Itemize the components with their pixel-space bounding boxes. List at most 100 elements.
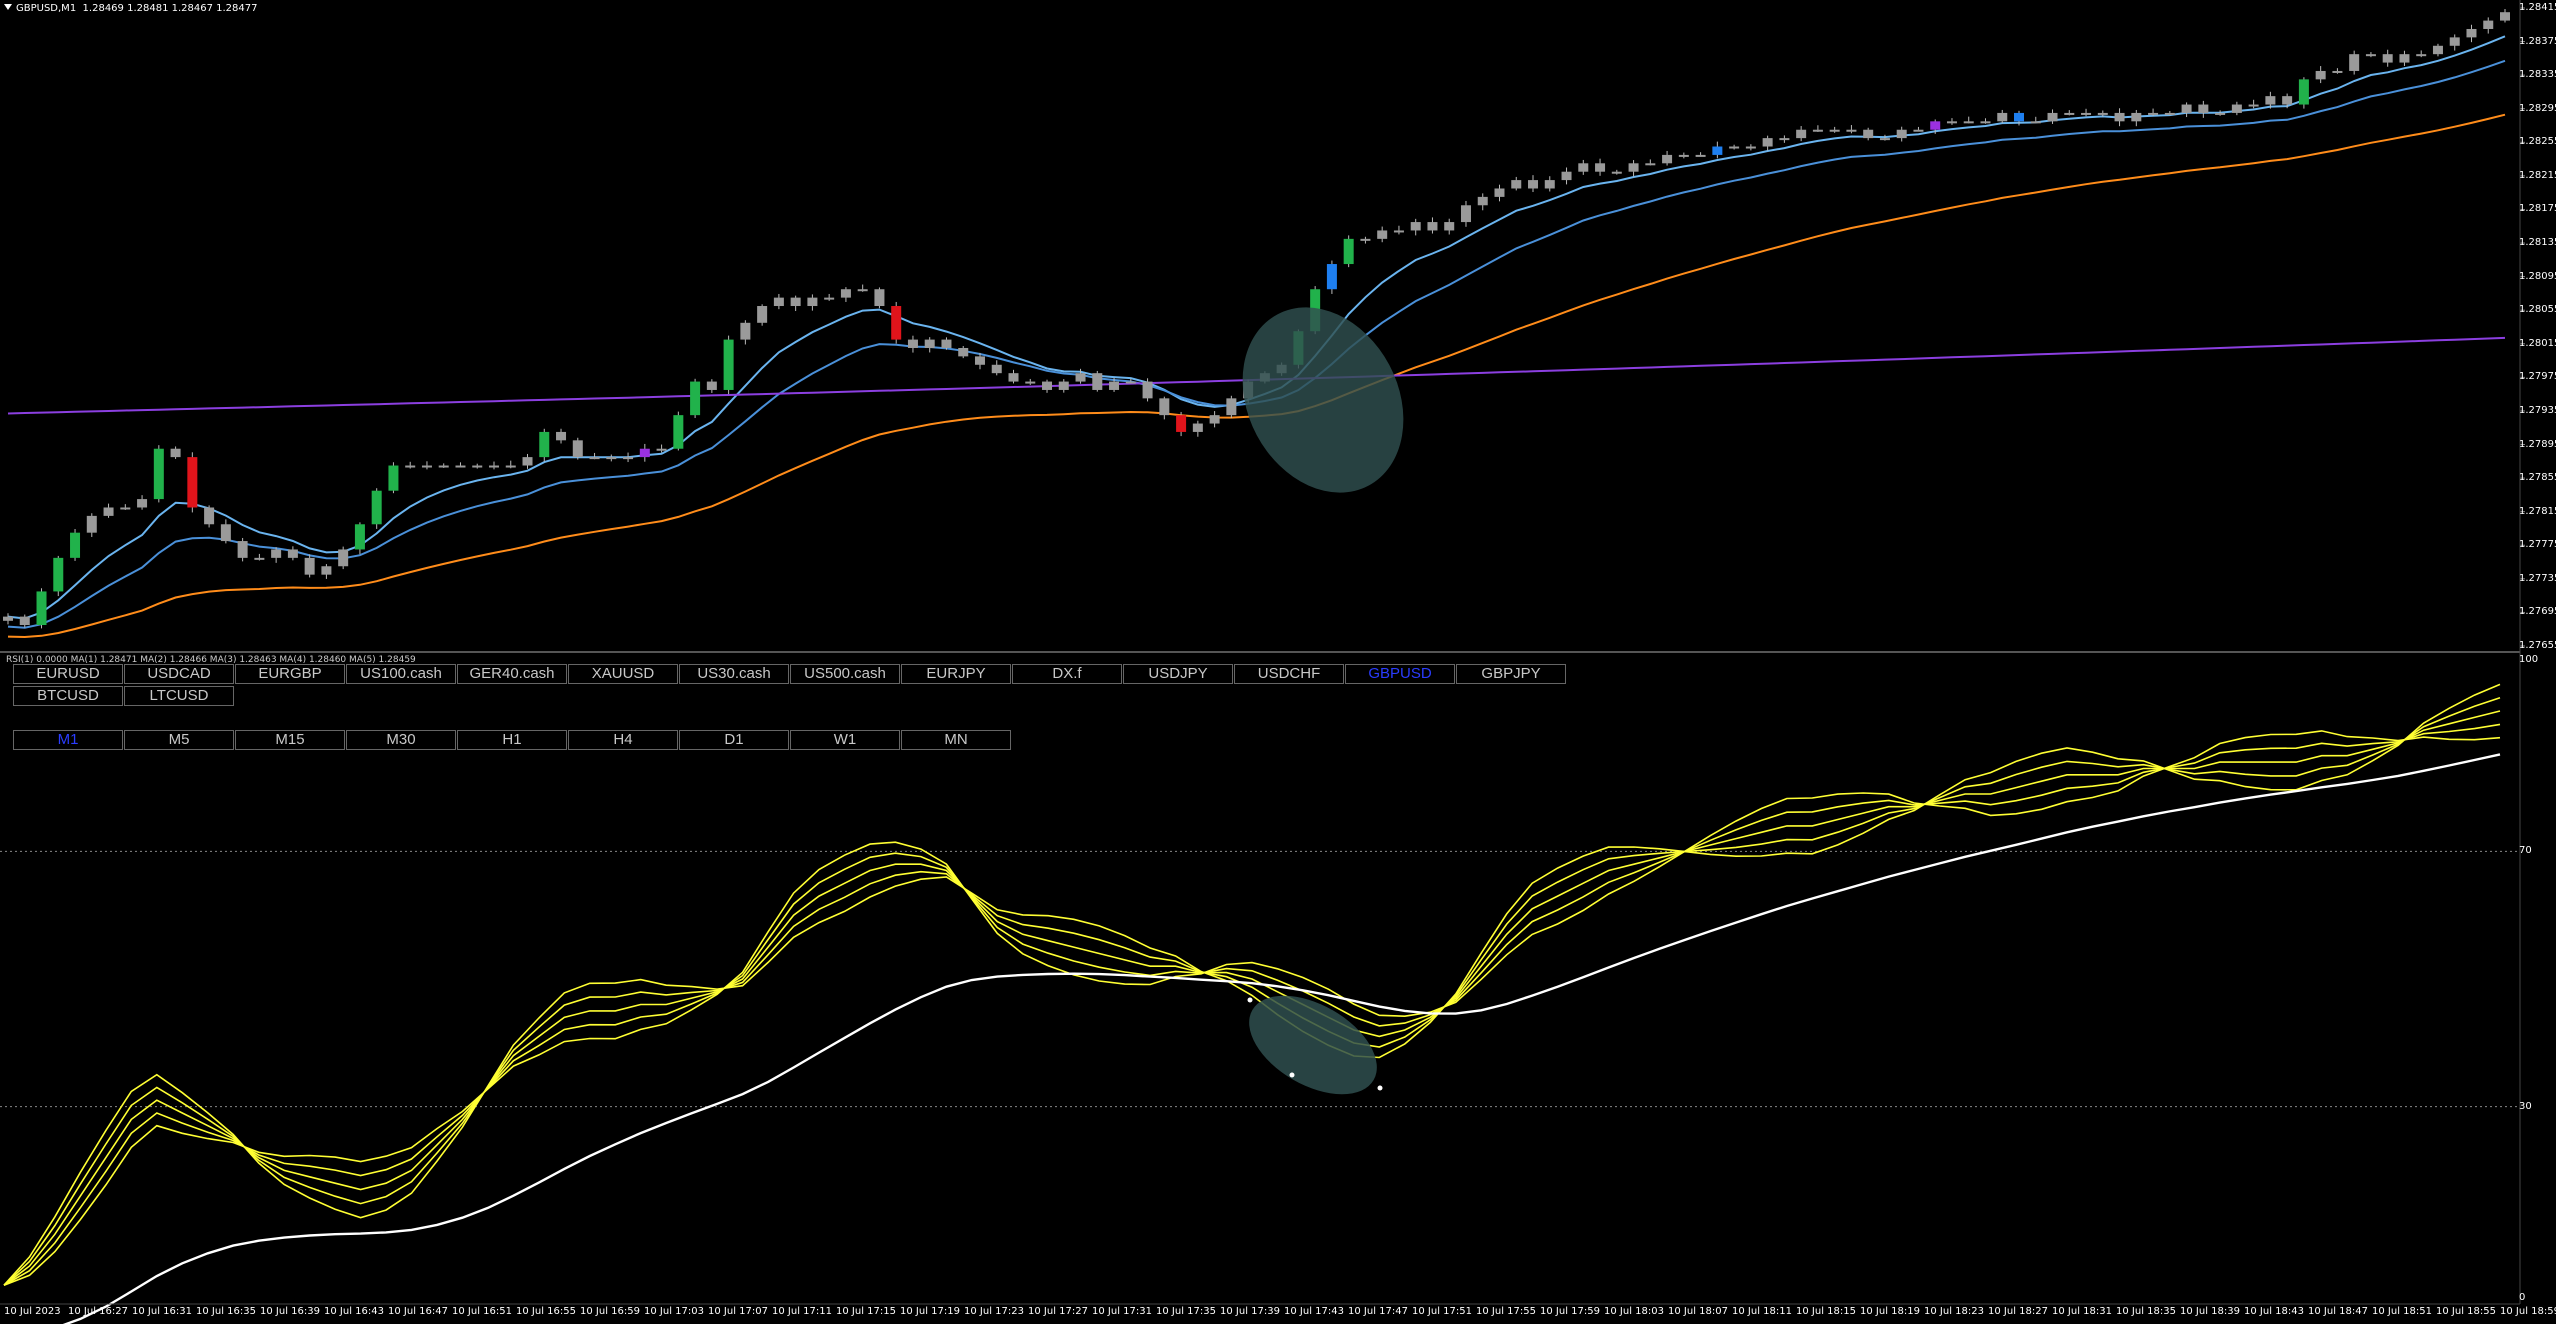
candle-body: [1125, 381, 1136, 384]
candle-body: [271, 549, 282, 558]
time-axis-label: 10 Jul 18:07: [1668, 1306, 1728, 1317]
candle-body: [1058, 381, 1069, 390]
time-axis-label: 10 Jul 16:35: [196, 1306, 256, 1317]
ellipse-handle[interactable]: [1247, 997, 1253, 1003]
time-axis-label: 10 Jul 16:47: [388, 1306, 448, 1317]
symbol-button-us30-cash[interactable]: US30.cash: [679, 664, 789, 684]
period-button-m15[interactable]: M15: [235, 730, 345, 750]
period-button-m30[interactable]: M30: [346, 730, 456, 750]
candle-body: [1209, 415, 1220, 424]
candle-body: [1879, 138, 1890, 141]
price-axis-label: 1.28415: [2519, 2, 2556, 13]
candle-body: [1360, 238, 1371, 241]
candle-body: [539, 431, 550, 458]
time-axis-label: 10 Jul 18:19: [1860, 1306, 1920, 1317]
candle-body: [2181, 104, 2192, 113]
period-buttons-row: M1 M5 M15 M30 H1 H4 D1 W1 MN: [13, 730, 1012, 750]
symbol-button-usdchf[interactable]: USDCHF: [1234, 664, 1344, 684]
symbol-button-xauusd[interactable]: XAUUSD: [568, 664, 678, 684]
symbol-button-ger40-cash[interactable]: GER40.cash: [457, 664, 567, 684]
ellipse-handle[interactable]: [1377, 1085, 1383, 1091]
candle-body: [1159, 398, 1170, 416]
candle-body: [3, 616, 13, 621]
candle-body: [958, 347, 969, 357]
candle-body: [1662, 154, 1673, 164]
symbol-button-eurusd[interactable]: EURUSD: [13, 664, 123, 684]
symbol-button-usdjpy[interactable]: USDJPY: [1123, 664, 1233, 684]
symbol-button-us500-cash[interactable]: US500.cash: [790, 664, 900, 684]
time-axis-label: 10 Jul 16:31: [132, 1306, 192, 1317]
ellipse-handle[interactable]: [1289, 1072, 1295, 1078]
time-axis-label: 10 Jul 18:35: [2116, 1306, 2176, 1317]
time-axis-label: 10 Jul 2023: [4, 1306, 61, 1317]
candle-body: [857, 289, 868, 292]
symbol-buttons-row-2: BTCUSD LTCUSD: [13, 686, 235, 706]
candle-body: [2081, 112, 2092, 115]
price-axis-label: 1.28015: [2519, 337, 2556, 349]
time-axis-label: 10 Jul 18:31: [2052, 1306, 2112, 1317]
time-axis-label: 10 Jul 17:11: [772, 1306, 832, 1317]
symbol-buttons-row-1: EURUSD USDCAD EURGBP US100.cash GER40.cash XA…: [13, 664, 1567, 684]
candle-body: [2349, 54, 2360, 71]
period-button-mn[interactable]: MN: [901, 730, 1011, 750]
time-axis-label: 10 Jul 18:43: [2244, 1306, 2304, 1317]
candle-body: [1997, 112, 2008, 122]
candle-body: [1544, 180, 1555, 189]
symbol-button-eurgbp[interactable]: EURGBP: [235, 664, 345, 684]
period-button-h1[interactable]: H1: [457, 730, 567, 750]
time-axis-label: 10 Jul 18:27: [1988, 1306, 2048, 1317]
candle-body: [19, 616, 30, 626]
price-axis-label: 1.28175: [2519, 203, 2556, 215]
candle-body: [2432, 45, 2443, 55]
candle-body: [824, 297, 835, 300]
time-axis-label: 10 Jul 17:23: [964, 1306, 1024, 1317]
candle-body: [1796, 129, 1807, 139]
candle-body: [1377, 230, 1388, 239]
candle-body: [488, 465, 499, 468]
time-axis-label: 10 Jul 16:27: [68, 1306, 128, 1317]
symbol-button-us100-cash[interactable]: US100.cash: [346, 664, 456, 684]
period-button-w1[interactable]: W1: [790, 730, 900, 750]
symbol-button-gbpusd[interactable]: GBPUSD: [1345, 664, 1455, 684]
candle-body: [790, 297, 801, 307]
candle-body: [2231, 104, 2242, 113]
time-axis-label: 10 Jul 18:15: [1796, 1306, 1856, 1317]
time-axis-label: 10 Jul 18:23: [1924, 1306, 1984, 1317]
indicator-axis-label: 0: [2519, 1292, 2526, 1303]
candle-body: [2382, 54, 2393, 63]
time-axis-label: 10 Jul 17:03: [644, 1306, 704, 1317]
candle-body: [673, 415, 684, 449]
symbol-button-usdcad[interactable]: USDCAD: [124, 664, 234, 684]
candle-body: [472, 465, 483, 468]
symbol-button-ltcusd[interactable]: LTCUSD: [124, 686, 234, 706]
time-axis-label: 10 Jul 17:51: [1412, 1306, 1472, 1317]
candle-body: [1930, 121, 1941, 130]
candle-body: [1779, 138, 1790, 141]
symbol-button-eurjpy[interactable]: EURJPY: [901, 664, 1011, 684]
price-axis-label: 1.28095: [2519, 270, 2556, 282]
price-axis-label: 1.28295: [2519, 102, 2556, 114]
candle-body: [170, 448, 181, 458]
period-button-d1[interactable]: D1: [679, 730, 789, 750]
candle-body: [36, 591, 47, 626]
symbol-button-dx-f[interactable]: DX.f: [1012, 664, 1122, 684]
candle-body: [556, 431, 567, 441]
period-button-m1[interactable]: M1: [13, 730, 123, 750]
candle-body: [1343, 238, 1354, 265]
candle-body: [2315, 70, 2326, 80]
candle-body: [421, 465, 432, 468]
price-axis-label: 1.27815: [2519, 505, 2556, 517]
candle-body: [773, 297, 784, 307]
candle-body: [1511, 180, 1522, 189]
time-axis-label: 10 Jul 17:39: [1220, 1306, 1280, 1317]
rsi-ma-line: [3, 730, 2501, 1286]
price-axis-label: 1.27775: [2519, 539, 2556, 551]
candle-body: [1427, 222, 1438, 231]
period-button-m5[interactable]: M5: [124, 730, 234, 750]
time-axis-label: 10 Jul 17:47: [1348, 1306, 1408, 1317]
price-axis-label: 1.28255: [2519, 136, 2556, 148]
symbol-button-gbpjpy[interactable]: GBPJPY: [1456, 664, 1566, 684]
candle-body: [1963, 121, 1974, 124]
period-button-h4[interactable]: H4: [568, 730, 678, 750]
symbol-button-btcusd[interactable]: BTCUSD: [13, 686, 123, 706]
